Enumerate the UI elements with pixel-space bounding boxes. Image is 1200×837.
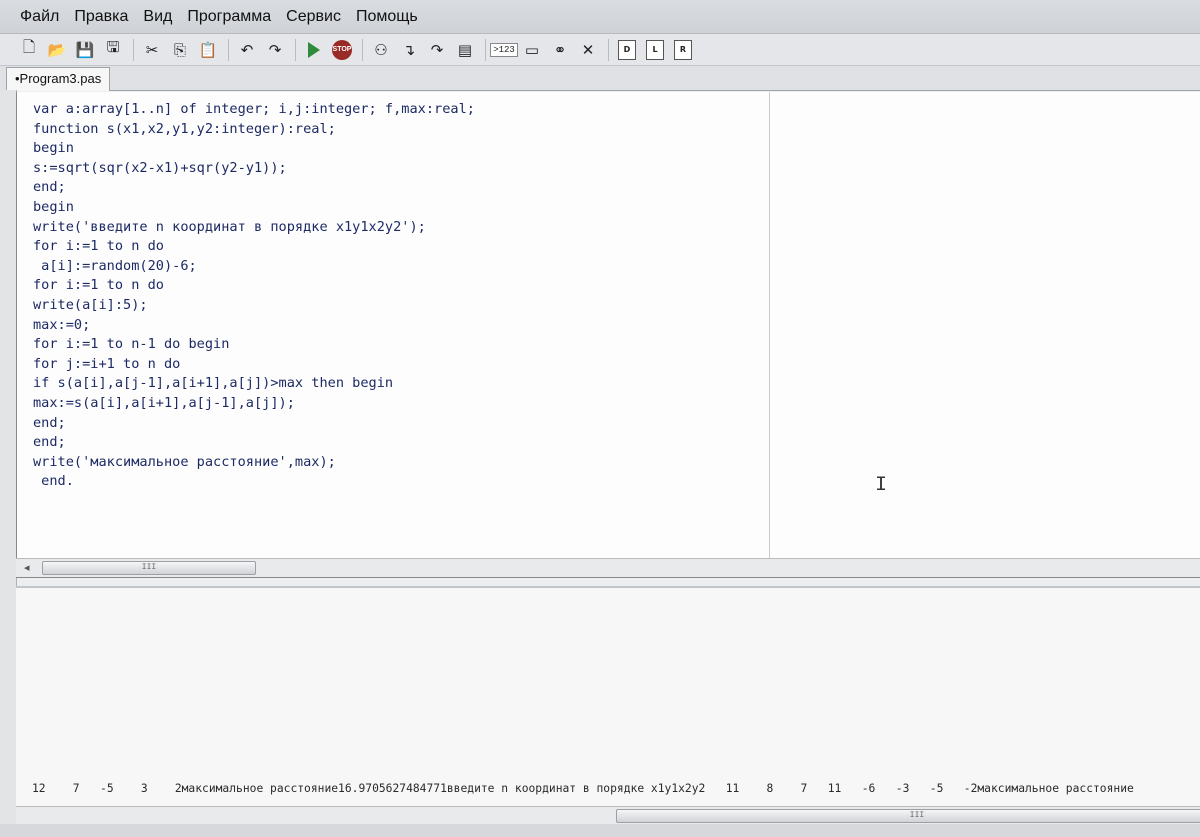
cut-icon[interactable]: ✂ bbox=[141, 39, 163, 61]
editor-horizontal-scrollbar[interactable]: ◂ III bbox=[16, 558, 1200, 578]
code-line: for j:=i+1 to n do bbox=[33, 355, 181, 372]
status-bar bbox=[0, 824, 1200, 837]
code-line: end; bbox=[33, 179, 66, 196]
code-line: write(a[i]:5); bbox=[33, 296, 148, 313]
code-line: s:=sqrt(sqr(x2-x1)+sqr(y2-y1)); bbox=[33, 159, 287, 176]
code-line: for i:=1 to n do bbox=[33, 277, 164, 294]
open-file-icon[interactable]: 📂 bbox=[46, 39, 68, 61]
step-over-icon[interactable]: ↷ bbox=[426, 39, 448, 61]
code-line: for i:=1 to n-1 do begin bbox=[33, 336, 230, 353]
stop-icon: STOP bbox=[332, 39, 352, 60]
toolbar-separator bbox=[295, 38, 296, 61]
ide-window: Файл Правка Вид Программа Сервис Помощь … bbox=[0, 0, 1200, 837]
toolbar-separator bbox=[362, 38, 363, 61]
menu-edit[interactable]: Правка bbox=[74, 8, 128, 26]
code-line: begin bbox=[33, 198, 74, 215]
menu-help[interactable]: Помощь bbox=[356, 8, 418, 26]
number-format-button[interactable]: >123 bbox=[490, 39, 518, 61]
editor-gutter bbox=[0, 90, 17, 824]
new-file-icon[interactable]: 🗋 bbox=[18, 38, 40, 61]
watch-icon[interactable]: ▤ bbox=[454, 39, 476, 61]
tab-program3[interactable]: •Program3.pas bbox=[6, 67, 111, 91]
save-all-icon[interactable]: 🖫 bbox=[102, 38, 124, 61]
code-line: if s(a[i],a[j-1],a[i+1],a[j])>max then b… bbox=[33, 375, 394, 392]
copy-icon[interactable]: ⎘ bbox=[169, 39, 191, 61]
code-area[interactable]: var a:array[1..n] of integer; i,j:intege… bbox=[33, 100, 475, 492]
menu-bar: Файл Правка Вид Программа Сервис Помощь bbox=[0, 0, 1200, 34]
step-icon[interactable]: ⚇ bbox=[370, 39, 392, 61]
doc-r-icon[interactable]: R bbox=[672, 39, 694, 61]
code-line: var a:array[1..n] of integer; i,j:intege… bbox=[33, 101, 475, 117]
redo-icon[interactable]: ↷ bbox=[264, 39, 286, 61]
close-icon[interactable]: ✕ bbox=[577, 39, 599, 61]
undo-icon[interactable]: ↶ bbox=[236, 39, 258, 61]
toolbar: 🗋 📂 💾 🖫 ✂ ⎘ 📋 ↶ ↷ STOP ⚇ ↴ ↷ ▤ >123 ▭ ⚭ … bbox=[0, 34, 1200, 66]
scroll-left-arrow-icon[interactable]: ◂ bbox=[24, 561, 30, 574]
paste-icon[interactable]: 📋 bbox=[197, 39, 219, 61]
toolbar-separator bbox=[485, 38, 486, 61]
code-line: begin bbox=[33, 140, 74, 157]
output-horizontal-scrollbar[interactable]: III bbox=[16, 806, 1200, 825]
doc-l-icon[interactable]: L bbox=[644, 39, 666, 61]
save-icon[interactable]: 💾 bbox=[74, 39, 96, 61]
tab-bar: •Program3.pas bbox=[0, 66, 1200, 91]
output-text: 12 7 -5 3 2максимальное расстояние16.970… bbox=[32, 782, 1134, 795]
toolbar-separator bbox=[608, 38, 609, 61]
code-line: max:=s(a[i],a[i+1],a[j-1],a[j]); bbox=[33, 394, 295, 411]
code-line: write('введите n координат в порядке x1y… bbox=[33, 218, 426, 235]
step-into-icon[interactable]: ↴ bbox=[398, 39, 420, 61]
menu-file[interactable]: Файл bbox=[20, 8, 59, 26]
binoculars-icon[interactable]: ⚭ bbox=[549, 39, 571, 61]
stop-button[interactable]: STOP bbox=[331, 39, 353, 61]
code-line: a[i]:=random(20)-6; bbox=[33, 257, 197, 274]
right-margin-line bbox=[769, 92, 770, 558]
code-line: write('максимальное расстояние',max); bbox=[33, 453, 336, 470]
window-icon[interactable]: ▭ bbox=[521, 39, 543, 61]
menu-program[interactable]: Программа bbox=[187, 8, 271, 26]
code-line: end; bbox=[33, 434, 66, 451]
run-button[interactable] bbox=[303, 39, 325, 61]
doc-d-icon[interactable]: D bbox=[616, 39, 638, 61]
scrollbar-thumb[interactable]: III bbox=[42, 561, 256, 575]
text-cursor-icon: I bbox=[875, 474, 888, 497]
run-icon bbox=[308, 41, 320, 58]
code-line: end; bbox=[33, 414, 66, 431]
number-format-icon: >123 bbox=[490, 42, 518, 57]
output-scrollbar-thumb[interactable]: III bbox=[616, 809, 1200, 823]
code-line: function s(x1,x2,y1,y2:integer):real; bbox=[33, 120, 336, 137]
menu-view[interactable]: Вид bbox=[143, 8, 172, 26]
code-line: end. bbox=[33, 473, 74, 490]
code-line: max:=0; bbox=[33, 316, 91, 333]
menu-service[interactable]: Сервис bbox=[286, 8, 341, 26]
output-panel[interactable]: 12 7 -5 3 2максимальное расстояние16.970… bbox=[16, 586, 1200, 807]
code-editor[interactable]: var a:array[1..n] of integer; i,j:intege… bbox=[16, 92, 1200, 558]
code-line: for i:=1 to n do bbox=[33, 238, 164, 255]
toolbar-separator bbox=[133, 38, 134, 61]
toolbar-separator bbox=[228, 38, 229, 61]
